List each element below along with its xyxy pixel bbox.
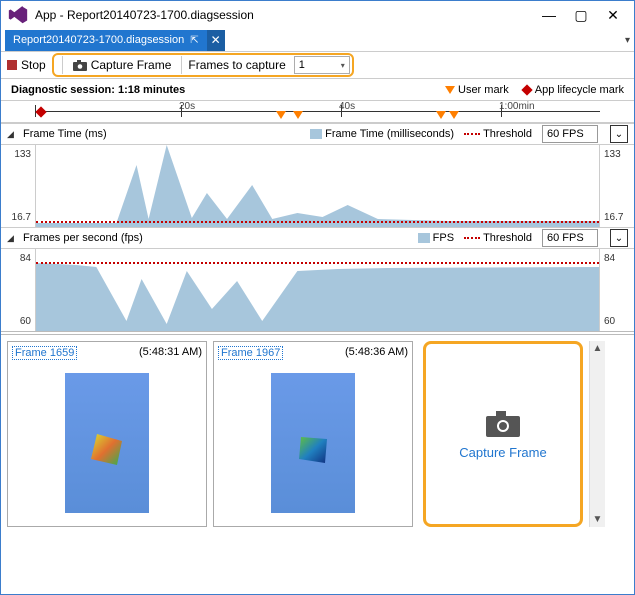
vertical-scrollbar[interactable]: ▲ ▼ [589, 341, 605, 527]
frame-link[interactable]: Frame 1967 [218, 346, 283, 360]
capture-frame-label: Capture Frame [459, 445, 546, 460]
fps-dropdown-button[interactable]: ⌄ [610, 229, 628, 247]
diamond-icon [521, 84, 532, 95]
lifecycle-marker [35, 106, 46, 117]
frame-thumbnail [65, 373, 149, 513]
fps-chart[interactable]: 8460 8460 [1, 249, 634, 331]
stop-icon [7, 60, 17, 70]
window-title: App - Report20140723-1700.diagsession [35, 8, 254, 22]
frames-to-capture-label: Frames to capture [188, 58, 285, 72]
capture-frame-card[interactable]: Capture Frame [423, 341, 583, 527]
frame-card[interactable]: Frame 1967 (5:48:36 AM) [213, 341, 413, 527]
tab-bar: Report20140723-1700.diagsession ⇱ ✕ ▾ [1, 29, 634, 51]
user-marker [276, 111, 286, 119]
frames-to-capture-field[interactable]: 1 ▾ [294, 56, 350, 74]
minimize-button[interactable]: — [540, 6, 558, 24]
threshold-swatch [464, 133, 480, 135]
user-marker [436, 111, 446, 119]
frame-link[interactable]: Frame 1659 [12, 346, 77, 360]
collapse-toggle[interactable]: ◢ [7, 129, 15, 140]
captured-frames-strip: Frame 1659 (5:48:31 AM) Frame 1967 (5:48… [1, 331, 634, 533]
panel-title: Frame Time (ms) [23, 128, 107, 140]
toolbar: Stop Capture Frame Frames to capture 1 ▾ [1, 51, 634, 79]
capture-frame-button[interactable]: Capture Frame [69, 58, 176, 72]
frame-card[interactable]: Frame 1659 (5:48:31 AM) [7, 341, 207, 527]
frame-time-chart[interactable]: 13316.7 13316.7 [1, 145, 634, 227]
camera-icon [486, 409, 520, 437]
fps-threshold-select[interactable]: 60 FPS [542, 229, 598, 247]
frame-timestamp: (5:48:31 AM) [139, 346, 202, 360]
series-swatch [310, 129, 322, 139]
time-ruler[interactable]: 20s 40s 1:00min [1, 101, 634, 123]
frame-time-panel-header: ◢ Frame Time (ms) Frame Time (millisecon… [1, 123, 634, 145]
scroll-down-icon[interactable]: ▼ [593, 514, 603, 525]
user-mark-legend: User mark [445, 84, 509, 96]
close-button[interactable]: ✕ [604, 6, 622, 24]
series-swatch [418, 233, 430, 243]
collapse-toggle[interactable]: ◢ [7, 233, 15, 244]
user-marker [293, 111, 303, 119]
user-marker [449, 111, 459, 119]
diagnostic-info-bar: Diagnostic session: 1:18 minutes User ma… [1, 79, 634, 101]
threshold-swatch [464, 237, 480, 239]
tab-close-button[interactable]: ✕ [207, 30, 225, 51]
fps-dropdown-button[interactable]: ⌄ [610, 125, 628, 143]
chevron-down-icon: ▾ [341, 61, 345, 70]
frame-timestamp: (5:48:36 AM) [345, 346, 408, 360]
triangle-down-icon [445, 86, 455, 94]
fps-panel-header: ◢ Frames per second (fps) FPS Threshold … [1, 227, 634, 249]
maximize-button[interactable]: ▢ [572, 6, 590, 24]
tab-report[interactable]: Report20140723-1700.diagsession ⇱ [5, 30, 207, 51]
capture-frame-label: Capture Frame [91, 58, 172, 72]
title-bar: App - Report20140723-1700.diagsession — … [1, 1, 634, 29]
frame-thumbnail [271, 373, 355, 513]
panel-title: Frames per second (fps) [23, 232, 143, 244]
pin-icon[interactable]: ⇱ [190, 35, 198, 46]
session-duration: Diagnostic session: 1:18 minutes [11, 84, 185, 96]
camera-icon [73, 59, 87, 71]
tab-overflow-button[interactable]: ▾ [625, 35, 630, 46]
capture-controls-highlight: Capture Frame Frames to capture 1 ▾ [52, 53, 354, 77]
vs-logo-icon [7, 4, 29, 26]
tab-label: Report20140723-1700.diagsession [13, 34, 184, 46]
stop-button[interactable]: Stop [21, 58, 46, 72]
fps-threshold-select[interactable]: 60 FPS [542, 125, 598, 143]
scroll-up-icon[interactable]: ▲ [593, 343, 603, 354]
app-lifecycle-legend: App lifecycle mark [523, 84, 624, 96]
